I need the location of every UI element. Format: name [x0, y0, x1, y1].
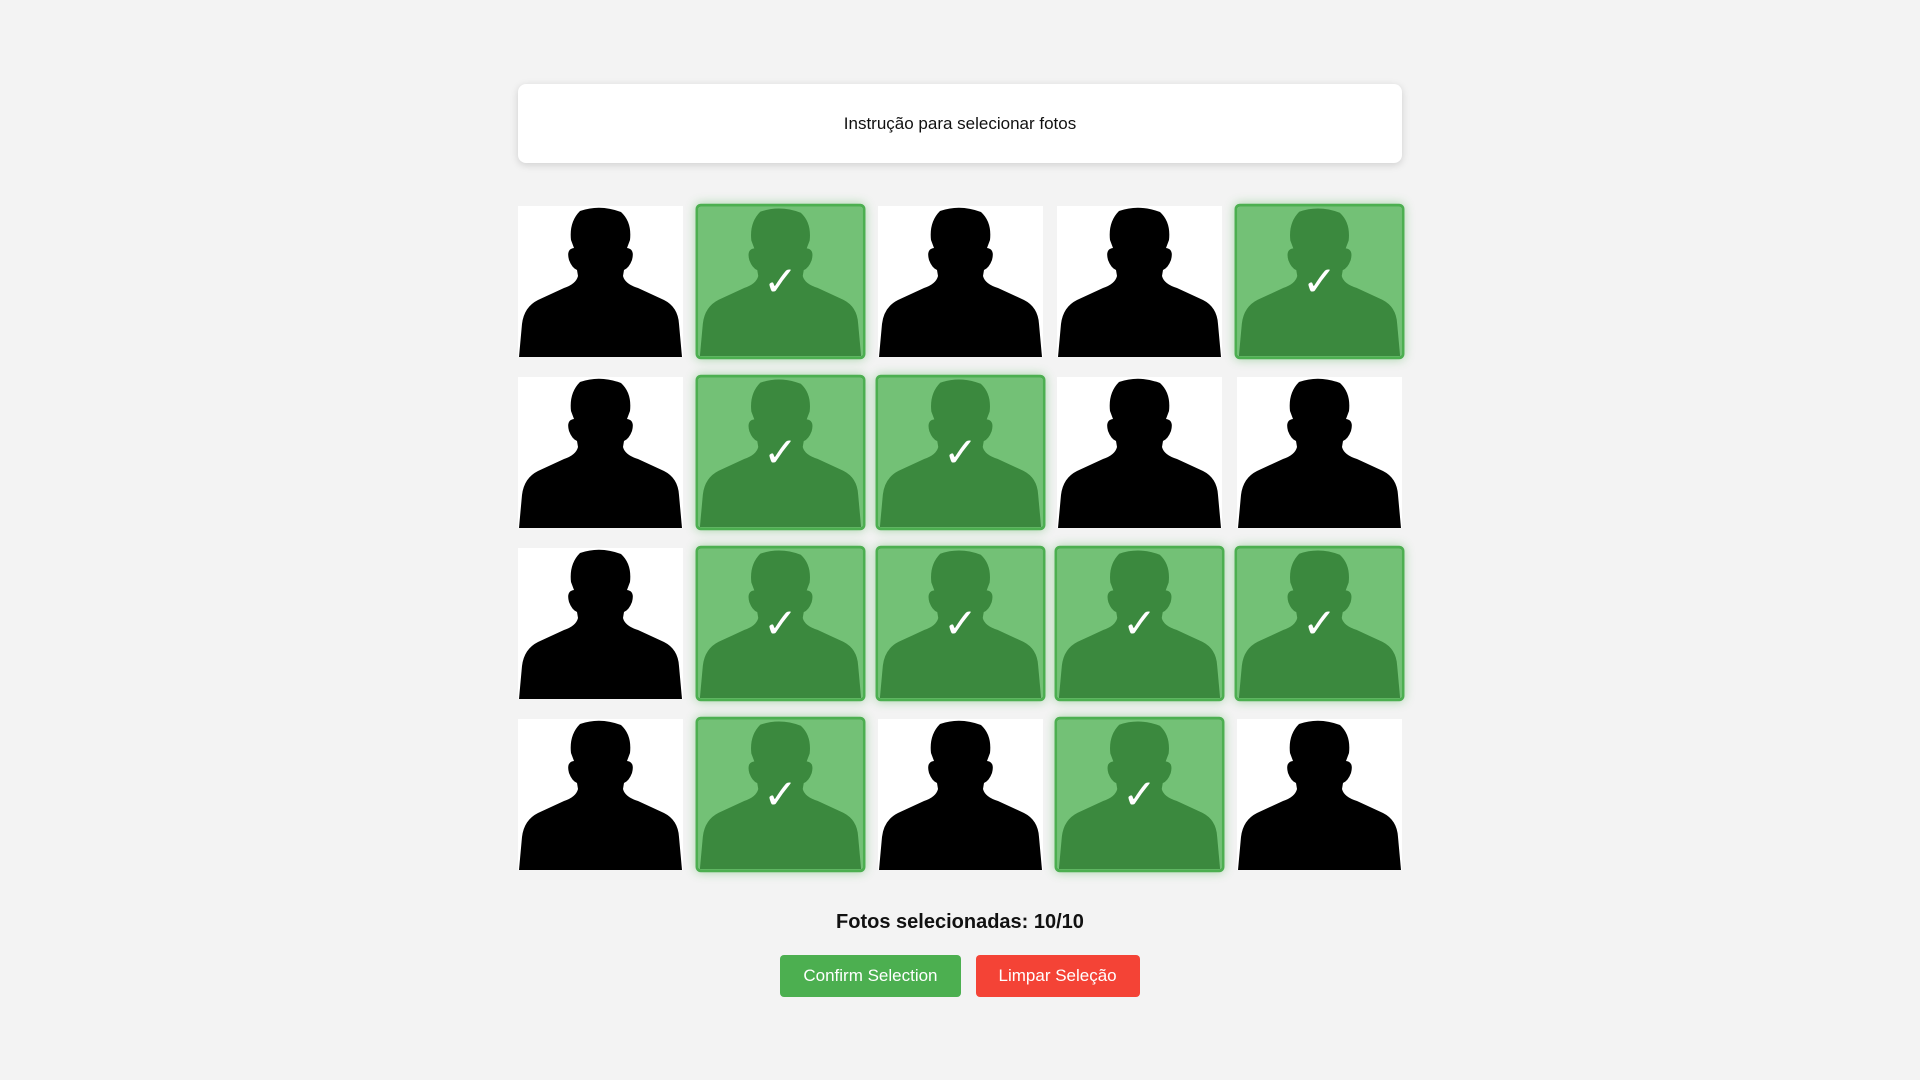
photo-tile[interactable]: ✓: [518, 548, 683, 699]
person-silhouette-icon: [878, 720, 1042, 870]
photo-tile[interactable]: ✓: [875, 374, 1045, 531]
photo-tile[interactable]: ✓: [1234, 203, 1405, 360]
selection-counter: Fotos selecionadas: 10/10: [836, 911, 1084, 933]
checkmark-icon: ✓: [762, 428, 798, 477]
photo-tile[interactable]: ✓: [518, 377, 683, 528]
photo-tile[interactable]: ✓: [695, 716, 866, 873]
person-silhouette-icon: [519, 207, 682, 357]
person-silhouette-icon: [1238, 378, 1401, 528]
photo-tile[interactable]: ✓: [1054, 716, 1225, 873]
checkmark-icon: ✓: [942, 599, 978, 648]
photo-tile[interactable]: ✓: [877, 719, 1043, 870]
checkmark-icon: ✓: [942, 428, 978, 477]
checkmark-icon: ✓: [1302, 599, 1337, 648]
instruction-card: Instrução para selecionar fotos: [518, 84, 1402, 163]
photo-tile[interactable]: ✓: [1237, 719, 1402, 870]
person-silhouette-icon: [878, 207, 1042, 357]
photo-selection-app: Instrução para selecionar fotos ✓ ✓ ✓ ✓ ✓ ✓ ✓ ✓…: [518, 84, 1405, 997]
photo-tile[interactable]: ✓: [1234, 545, 1405, 702]
person-silhouette-icon: [1058, 207, 1222, 357]
checkmark-icon: ✓: [1122, 770, 1158, 819]
checkmark-icon: ✓: [762, 770, 798, 819]
photo-tile[interactable]: ✓: [1054, 545, 1225, 702]
clear-selection-button[interactable]: Limpar Seleção: [975, 955, 1140, 997]
photo-tile[interactable]: ✓: [1237, 377, 1402, 528]
photo-tile[interactable]: ✓: [877, 206, 1043, 357]
instruction-text: Instrução para selecionar fotos: [843, 113, 1077, 133]
checkmark-icon: ✓: [1122, 599, 1158, 648]
person-silhouette-icon: [1238, 720, 1401, 870]
photo-tile[interactable]: ✓: [518, 206, 683, 357]
checkmark-icon: ✓: [762, 257, 798, 306]
confirm-selection-button[interactable]: Confirm Selection: [780, 955, 961, 997]
person-silhouette-icon: [519, 549, 682, 699]
photo-tile[interactable]: ✓: [875, 545, 1045, 702]
person-silhouette-icon: [1058, 378, 1222, 528]
checkmark-icon: ✓: [762, 599, 798, 648]
photo-tile[interactable]: ✓: [1057, 206, 1223, 357]
photo-tile[interactable]: ✓: [695, 374, 866, 531]
action-buttons: Confirm Selection Limpar Seleção: [518, 955, 1402, 997]
person-silhouette-icon: [519, 720, 682, 870]
photo-grid: ✓✓✓✓✓✓✓✓✓✓✓✓✓✓✓✓✓✓✓✓: [518, 203, 1405, 873]
photo-tile[interactable]: ✓: [1057, 377, 1223, 528]
photo-tile[interactable]: ✓: [695, 203, 866, 360]
photo-tile[interactable]: ✓: [695, 545, 866, 702]
checkmark-icon: ✓: [1302, 257, 1337, 306]
person-silhouette-icon: [519, 378, 682, 528]
photo-tile[interactable]: ✓: [518, 719, 683, 870]
